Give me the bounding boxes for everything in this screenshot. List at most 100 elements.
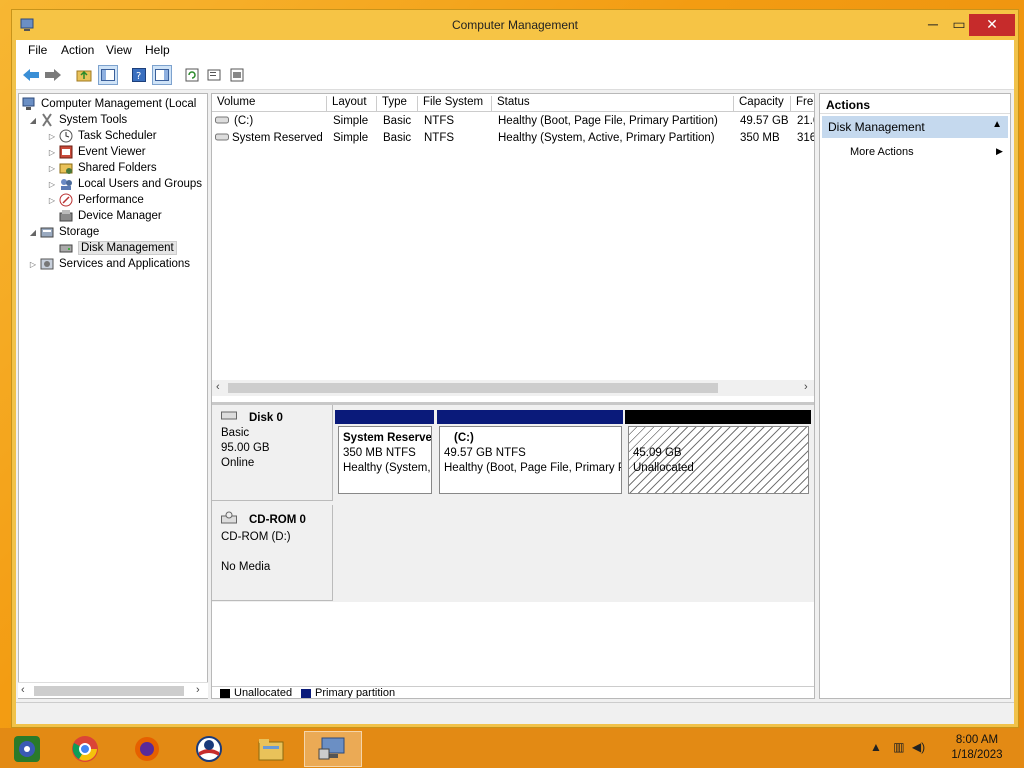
network-icon[interactable]: ▥ [893, 740, 904, 754]
legend-label-unallocated: Unallocated [234, 687, 293, 699]
collapse-arrow-icon[interactable]: ◢ [27, 228, 39, 237]
expand-arrow-icon[interactable]: ▷ [46, 132, 58, 141]
file-explorer-icon[interactable] [249, 731, 293, 767]
column-type[interactable]: Type [377, 96, 418, 111]
obama-logo-icon[interactable] [187, 731, 231, 767]
collapse-arrow-icon[interactable]: ◢ [27, 116, 39, 125]
disk-management-icon [58, 240, 74, 256]
menu-bar: File Action View Help [16, 40, 1014, 60]
shared-folders-icon [58, 160, 74, 176]
submenu-arrow-icon: ▶ [996, 146, 1003, 156]
firefox-icon[interactable] [125, 731, 169, 767]
show-hide-tree-icon[interactable] [98, 65, 118, 85]
partition-bar-primary [335, 410, 434, 424]
tree-horizontal-scrollbar[interactable]: ‹ › [18, 682, 208, 698]
tree-scroll-thumb[interactable] [34, 686, 184, 696]
clock-date: 1/18/2023 [951, 749, 1003, 761]
services-icon [39, 256, 55, 272]
volume-drive-icon [215, 132, 229, 145]
menu-file[interactable]: File [28, 43, 47, 57]
column-capacity[interactable]: Capacity [734, 96, 791, 111]
table-row[interactable]: System Reserved Simple Basic NTFS Health… [212, 131, 814, 148]
device-manager-icon [58, 208, 74, 224]
tree-item-performance[interactable]: ▷ Performance [46, 192, 144, 208]
storage-icon [39, 224, 55, 240]
forward-arrow-icon[interactable] [43, 65, 63, 85]
partition-unallocated[interactable]: 45.09 GB Unallocated [628, 426, 809, 494]
refresh-icon[interactable] [182, 65, 202, 85]
menu-action[interactable]: Action [61, 43, 94, 57]
scroll-right-icon[interactable]: › [804, 381, 808, 393]
tree-item-event-viewer[interactable]: ▷ Event Viewer [46, 144, 146, 160]
scroll-left-icon[interactable]: ‹ [216, 381, 220, 393]
expand-arrow-icon[interactable]: ▷ [46, 180, 58, 189]
column-status[interactable]: Status [492, 96, 734, 111]
partition-system-reserved[interactable]: System Reserved 350 MB NTFS Healthy (Sys… [338, 426, 432, 494]
volume-list-header: Volume Layout Type File System Status Ca… [212, 94, 814, 112]
tree-item-disk-management[interactable]: Disk Management [58, 240, 177, 256]
partition-bar-unallocated [625, 410, 811, 424]
actions-section-disk-management[interactable]: Disk Management ▲ [822, 116, 1008, 138]
expand-arrow-icon[interactable]: ▷ [46, 148, 58, 157]
hard-disk-icon [221, 411, 237, 426]
tree-item-computer-management[interactable]: Computer Management (Local [21, 96, 196, 112]
disk-properties-icon[interactable] [228, 65, 248, 85]
column-file-system[interactable]: File System [418, 96, 492, 111]
tree-item-system-tools[interactable]: ◢ System Tools [27, 112, 127, 128]
system-tools-icon [39, 112, 55, 128]
volume-list-horizontal-scrollbar[interactable]: ‹ › [212, 380, 814, 396]
close-button[interactable]: ✕ [969, 14, 1015, 36]
computer-management-taskbar-icon[interactable] [304, 731, 362, 767]
media-center-icon[interactable] [5, 731, 49, 767]
disk-legend: Unallocated Primary partition [212, 686, 814, 699]
collapse-section-icon[interactable]: ▲ [992, 119, 1002, 130]
window-client: File Action View Help ? Computer Managem… [16, 40, 1014, 724]
volume-icon[interactable]: ◀) [912, 740, 925, 754]
actions-header: Actions [820, 94, 1010, 114]
table-row[interactable]: (C:) Simple Basic NTFS Healthy (Boot, Pa… [212, 114, 814, 131]
clock[interactable]: 8:00 AM 1/18/2023 [940, 733, 1014, 763]
show-hidden-icons-icon[interactable]: ▲ [870, 740, 882, 754]
partition-c-drive[interactable]: (C:) 49.57 GB NTFS Healthy (Boot, Page F… [439, 426, 622, 494]
show-hide-action-pane-icon[interactable] [152, 65, 172, 85]
disk-0-label[interactable]: Disk 0 Basic 95.00 GB Online [212, 405, 333, 501]
help-icon[interactable]: ? [129, 65, 149, 85]
computer-management-window: Computer Management ─ ▭ ✕ File Action Vi… [11, 9, 1019, 728]
column-free-space[interactable]: Fre [791, 96, 814, 111]
tree-item-local-users-and-groups[interactable]: ▷ Local Users and Groups [46, 176, 202, 192]
scroll-right-icon[interactable]: › [196, 684, 200, 696]
expand-arrow-icon[interactable]: ▷ [46, 164, 58, 173]
tree-item-storage[interactable]: ◢ Storage [27, 224, 99, 240]
chrome-icon[interactable] [63, 731, 107, 767]
tree-item-shared-folders[interactable]: ▷ Shared Folders [46, 160, 157, 176]
properties-icon[interactable] [205, 65, 225, 85]
event-viewer-icon [58, 144, 74, 160]
column-layout[interactable]: Layout [327, 96, 377, 111]
tree-item-services-and-applications[interactable]: ▷ Services and Applications [27, 256, 190, 272]
disk-graphical-view: Disk 0 Basic 95.00 GB Online System Rese… [212, 402, 814, 602]
tree-item-task-scheduler[interactable]: ▷ Task Scheduler [46, 128, 157, 144]
tree-item-device-manager[interactable]: Device Manager [58, 208, 162, 224]
svg-text:?: ? [136, 71, 141, 82]
legend-label-primary: Primary partition [315, 687, 396, 699]
disk-management-pane: Volume Layout Type File System Status Ca… [211, 93, 815, 699]
menu-help[interactable]: Help [145, 43, 170, 57]
cdrom-0-label[interactable]: CD-ROM 0 CD-ROM (D:) No Media [212, 505, 333, 601]
computer-management-icon [21, 96, 37, 112]
cd-drive-icon [221, 511, 237, 530]
scroll-left-icon[interactable]: ‹ [21, 684, 25, 696]
column-volume[interactable]: Volume [212, 96, 327, 111]
window-title: Computer Management [451, 18, 579, 32]
volume-list-scroll-thumb[interactable] [228, 383, 718, 393]
expand-arrow-icon[interactable]: ▷ [46, 196, 58, 205]
minimize-button[interactable]: ─ [920, 14, 946, 36]
title-bar[interactable]: Computer Management ─ ▭ ✕ [12, 10, 1018, 40]
more-actions-item[interactable]: More Actions [850, 146, 914, 158]
users-icon [58, 176, 74, 192]
menu-view[interactable]: View [106, 43, 132, 57]
up-folder-icon[interactable] [74, 65, 94, 85]
back-arrow-icon[interactable] [21, 65, 41, 85]
clock-icon [58, 128, 74, 144]
expand-arrow-icon[interactable]: ▷ [27, 260, 39, 269]
volume-drive-icon [215, 115, 229, 128]
